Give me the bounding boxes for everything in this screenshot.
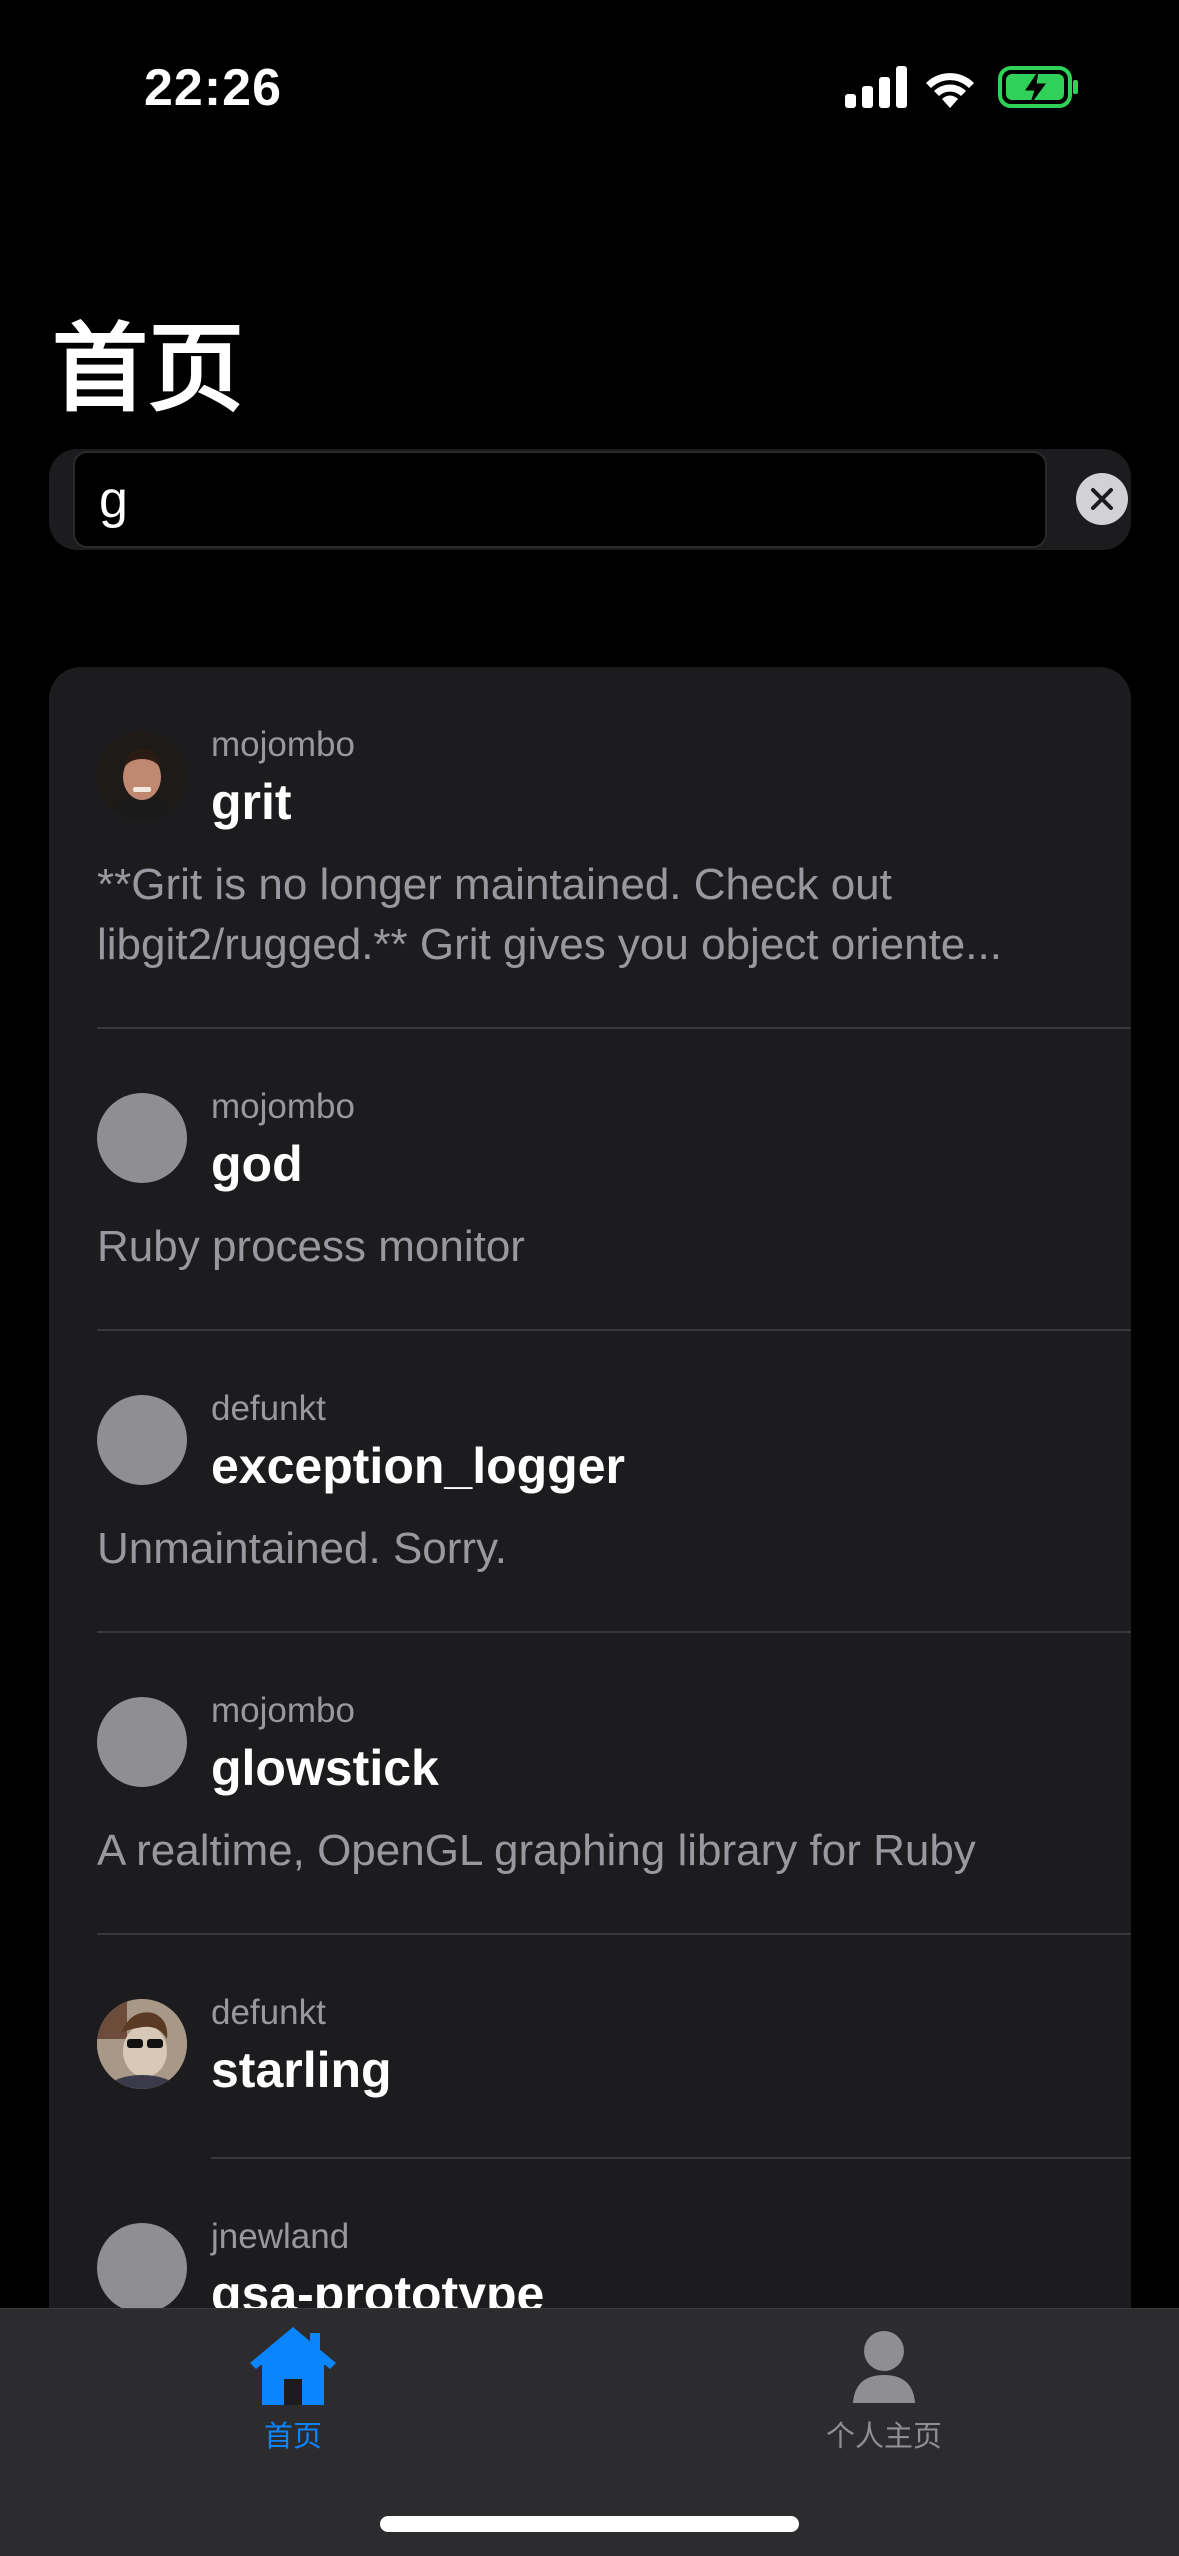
repo-description: Unmaintained. Sorry.: [97, 1524, 508, 1573]
status-time: 22:26: [144, 59, 282, 117]
house-icon: [250, 2327, 336, 2405]
repo-description: **Grit is no longer maintained. Check ou…: [97, 860, 1002, 969]
person-icon: [853, 2331, 915, 2403]
avatar: [97, 731, 187, 821]
cellular-signal-icon: [845, 66, 907, 108]
clear-search-button[interactable]: [1076, 473, 1128, 525]
repo-list: mojombo grit **Grit is no longer maintai…: [49, 667, 1131, 2556]
repo-owner: defunkt: [211, 1993, 326, 2032]
close-icon: [1091, 488, 1113, 510]
page-title: 首页: [52, 316, 244, 423]
list-item-god[interactable]: mojombo god Ruby process monitor: [49, 1029, 1131, 1331]
list-item-glowstick[interactable]: mojombo glowstick A realtime, OpenGL gra…: [49, 1633, 1131, 1935]
avatar-placeholder: [97, 1395, 187, 1485]
status-bar: 22:26: [0, 0, 1179, 170]
list-item-grit[interactable]: mojombo grit **Grit is no longer maintai…: [49, 667, 1131, 1029]
repo-name: exception_logger: [211, 1438, 625, 1494]
repo-owner: defunkt: [211, 1389, 326, 1428]
avatar-placeholder: [97, 1697, 187, 1787]
repo-owner: mojombo: [211, 1691, 355, 1730]
wifi-icon: [926, 73, 974, 108]
repo-name: grit: [211, 774, 292, 830]
tab-home-label: 首页: [263, 2421, 322, 2453]
search-bar: [49, 449, 1131, 550]
repo-owner: jnewland: [211, 2217, 350, 2256]
avatar-placeholder: [97, 2223, 187, 2313]
repo-description: Ruby process monitor: [97, 1222, 525, 1271]
repo-owner: mojombo: [211, 1087, 355, 1126]
repo-name: starling: [211, 2042, 392, 2098]
repo-name: god: [211, 1136, 303, 1192]
list-item-exception-logger[interactable]: defunkt exception_logger Unmaintained. S…: [49, 1331, 1131, 1633]
repo-description: A realtime, OpenGL graphing library for …: [97, 1826, 976, 1875]
tab-profile[interactable]: 个人主页: [734, 2327, 1034, 2467]
avatar: [97, 1999, 187, 2089]
list-item-starling[interactable]: defunkt starling: [49, 1935, 1131, 2159]
tab-profile-label: 个人主页: [825, 2421, 942, 2453]
search-input[interactable]: [73, 451, 1047, 548]
battery-charging-icon: [998, 66, 1078, 108]
repo-name: glowstick: [211, 1740, 439, 1796]
repo-owner: mojombo: [211, 725, 355, 764]
tab-home[interactable]: 首页: [143, 2327, 443, 2467]
avatar-placeholder: [97, 1093, 187, 1183]
home-indicator: [380, 2516, 799, 2532]
